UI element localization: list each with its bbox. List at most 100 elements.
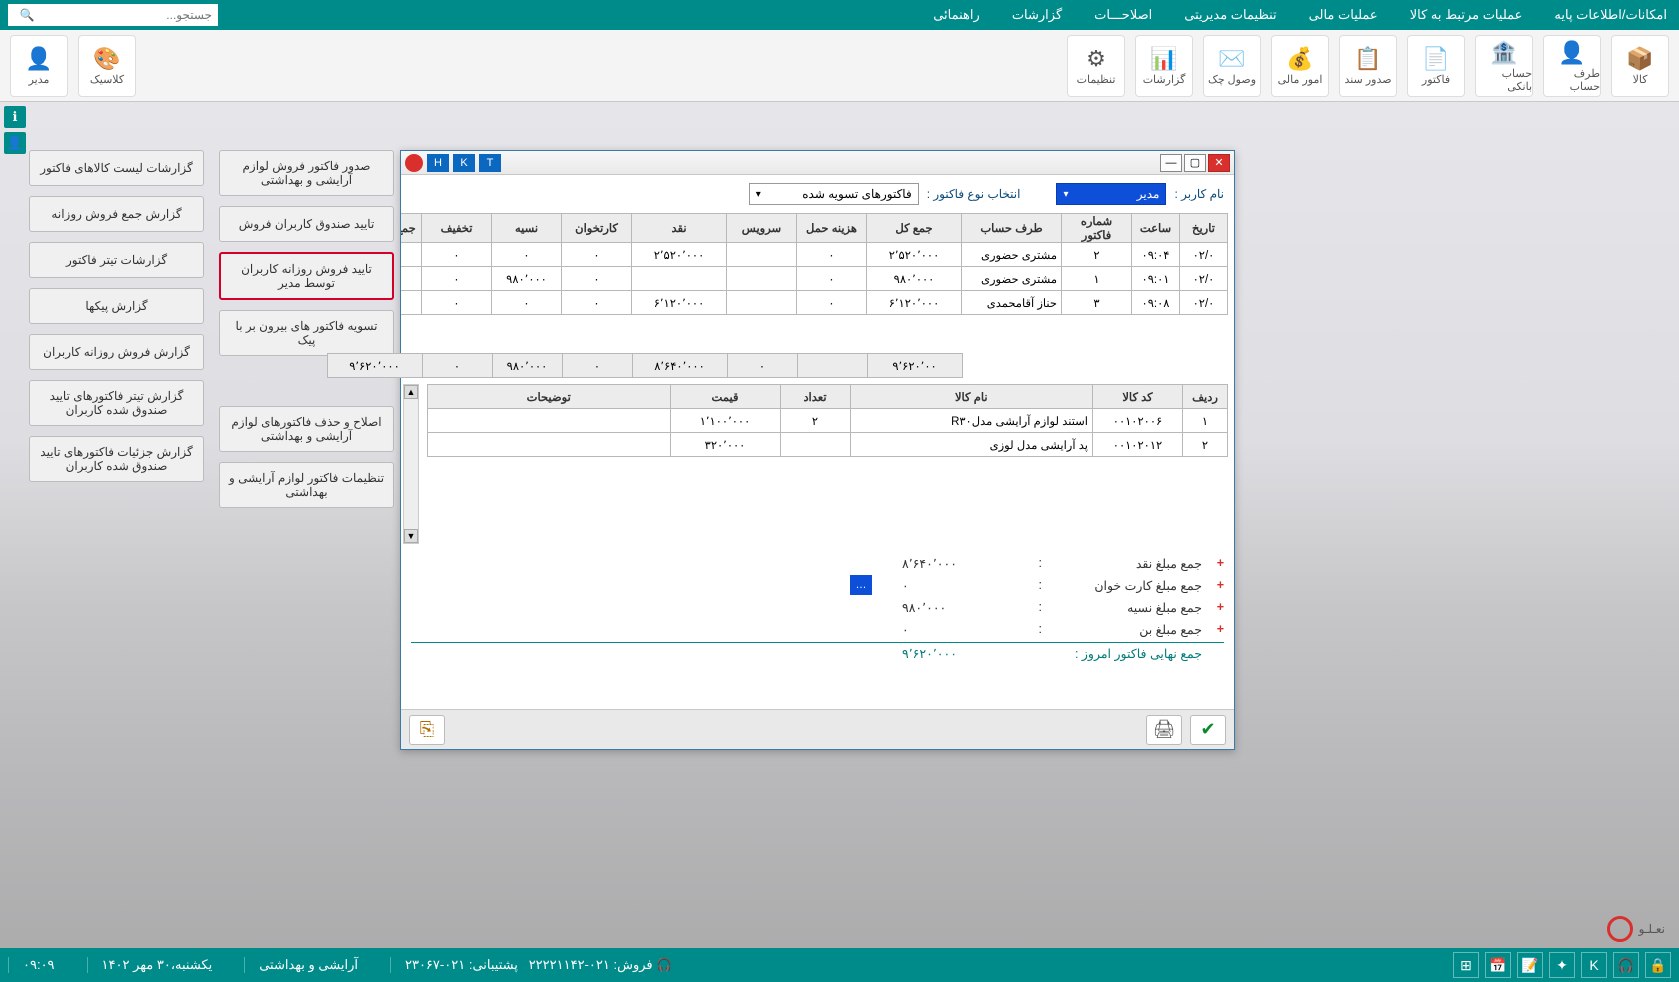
exit-button[interactable]: ⎘: [409, 715, 445, 745]
col-time: ساعت: [1132, 214, 1180, 243]
ribbon-btn-voucher[interactable]: 📋صدور سند: [1339, 35, 1397, 97]
sb-share-icon[interactable]: ✦: [1549, 952, 1575, 978]
summary-bon: + جمع مبلغ بن : ۰: [411, 618, 1224, 640]
report-btn-confirmed-header[interactable]: گزارش تیتر فاکتورهای تایید صندوق شده کار…: [29, 380, 204, 426]
menu-item-financial-ops[interactable]: عملیات مالی: [1305, 1, 1382, 29]
ribbon-label: تنظیمات: [1077, 73, 1116, 86]
items-cell: ۱: [1183, 409, 1228, 433]
confirm-button[interactable]: ✔: [1190, 715, 1226, 745]
search-icon[interactable]: 🔍: [16, 8, 38, 22]
report-btn-couriers[interactable]: گزارش پیکها: [29, 288, 204, 324]
user-select[interactable]: مدیر ▾: [1056, 183, 1166, 205]
grid-row[interactable]: ۰۲/۰۰۹:۰۱۱مشتری حضوری۹۸۰٬۰۰۰۰۰۹۸۰٬۰۰۰۰۹۸…: [401, 267, 1228, 291]
report-btn-invoice-settings[interactable]: تنظیمات فاکتور لوازم آرایشی و بهداشتی: [219, 462, 394, 508]
grid-cell: ۶٬۱۲۰٬۰۰۰: [632, 291, 727, 315]
report-btn-settle-delivery[interactable]: تسویه فاکتور های بیرون بر با پیک: [219, 310, 394, 356]
report-btn-daily-sales-sum[interactable]: گزارش جمع فروش روزانه: [29, 196, 204, 232]
sb-headset-icon[interactable]: 🎧: [1613, 952, 1639, 978]
titlebar-btn-t[interactable]: T: [479, 154, 501, 172]
grid-cell: ۰: [492, 291, 562, 315]
report-btn-users-daily-sales[interactable]: گزارش فروش روزانه کاربران: [29, 334, 204, 370]
grid-cell: ۲٬۵۲۰٬۰۰۰: [867, 243, 962, 267]
ribbon-label: کلاسیک: [90, 73, 124, 86]
minimize-button[interactable]: —: [1160, 154, 1182, 172]
ribbon-label: گزارشات: [1143, 73, 1186, 86]
report-btn-issue-invoice[interactable]: صدور فاکتور فروش لوازم آرایشی و بهداشتی: [219, 150, 394, 196]
ribbon-btn-current-user[interactable]: 👤مدیر: [10, 35, 68, 97]
ribbon-btn-bank-account[interactable]: 🏦حساب بانکی: [1475, 35, 1533, 97]
app-logo-icon: [405, 154, 423, 172]
sb-note-icon[interactable]: 📝: [1517, 952, 1543, 978]
sidebar-user-icon[interactable]: 👤: [4, 132, 26, 154]
items-row[interactable]: ۱۰۰۱۰۲۰۰۶استند لوازم آرایشی مدلR۳۰۲۱٬۱۰۰…: [428, 409, 1228, 433]
titlebar-btn-h[interactable]: H: [427, 154, 449, 172]
menu-item-reports[interactable]: گزارشات: [1008, 1, 1066, 29]
report-btn-confirm-daily-sales[interactable]: تایید فروش روزانه کاربران توسط مدیر: [219, 252, 394, 300]
titlebar-btn-k[interactable]: K: [453, 154, 475, 172]
items-header-row: ردیف کد کالا نام کالا تعداد قیمت توضیحات: [428, 385, 1228, 409]
items-grid[interactable]: ردیف کد کالا نام کالا تعداد قیمت توضیحات…: [427, 384, 1228, 457]
scroll-up-icon[interactable]: ▲: [404, 385, 418, 399]
maximize-button[interactable]: ▢: [1184, 154, 1206, 172]
icol-row: ردیف: [1183, 385, 1228, 409]
grid-cell: ۰: [562, 291, 632, 315]
items-row[interactable]: ۲۰۰۱۰۲۰۱۲پد آرایشی مدل لوزی۳۲۰٬۰۰۰: [428, 433, 1228, 457]
ribbon-btn-finance[interactable]: 💰امور مالی: [1271, 35, 1329, 97]
sidebar-info-icon[interactable]: ℹ: [4, 106, 26, 128]
ribbon-left-group: 🎨کلاسیک 👤مدیر: [10, 35, 136, 97]
report-btn-confirmed-detail[interactable]: گزارش جزئیات فاکتورهای تایید صندوق شده ک…: [29, 436, 204, 482]
ribbon-btn-account-party[interactable]: 👤طرف حساب: [1543, 35, 1601, 97]
totals-cash: ۸٬۶۴۰٬۰۰۰: [632, 354, 727, 378]
menu-item-corrections[interactable]: اصلاحـــات: [1090, 1, 1156, 29]
ribbon-btn-theme-classic[interactable]: 🎨کلاسیک: [78, 35, 136, 97]
invoice-grid[interactable]: تاریخ ساعت شماره فاکتور طرف حساب جمع کل …: [401, 213, 1228, 315]
icol-qty: تعداد: [780, 385, 850, 409]
ribbon-btn-settings[interactable]: ⚙تنظیمات: [1067, 35, 1125, 97]
sb-lock-icon[interactable]: 🔒: [1645, 952, 1671, 978]
statusbar-info: 🎧 فروش: ۰۲۱-۲۲۲۲۱۱۴۲ پشتیبانی: ۰۲۱-۲۳۰۶۷…: [8, 957, 686, 973]
close-button[interactable]: ✕: [1208, 154, 1230, 172]
report-btn-confirm-cashbox[interactable]: تایید صندوق کاربران فروش: [219, 206, 394, 242]
ellipsis-button[interactable]: …: [850, 575, 872, 595]
items-scrollbar[interactable]: ▲ ▼: [403, 384, 419, 544]
grid-cell: ۹۸۰٬۰۰۰: [401, 267, 422, 291]
menu-item-mgmt-settings[interactable]: تنظیمات مدیریتی: [1180, 1, 1280, 29]
totals-disc: ۰: [422, 354, 492, 378]
sb-grid-icon[interactable]: ⊞: [1453, 952, 1479, 978]
ribbon-btn-cheque[interactable]: ✉️وصول چک: [1203, 35, 1261, 97]
grid-row[interactable]: ۰۲/۰۰۹:۰۴۲مشتری حضوری۲٬۵۲۰٬۰۰۰۰۲٬۵۲۰٬۰۰۰…: [401, 243, 1228, 267]
ribbon-btn-kala[interactable]: 📦کالا: [1611, 35, 1669, 97]
scroll-down-icon[interactable]: ▼: [404, 529, 418, 543]
print-button[interactable]: 🖨: [1146, 715, 1182, 745]
col-payable: جمع قابل پرداخت: [401, 214, 422, 243]
status-date: یکشنبه،۳۰ مهر ۱۴۰۲: [87, 957, 227, 973]
summary-final-label: جمع نهایی فاکتور امروز :: [1052, 646, 1202, 661]
col-card: کارتخوان: [562, 214, 632, 243]
totals-ship: [797, 354, 867, 378]
menu-item-goods-ops[interactable]: عملیات مرتبط به کالا: [1406, 1, 1527, 29]
summary-cash: + جمع مبلغ نقد : ۸٬۶۴۰٬۰۰۰: [411, 552, 1224, 574]
document-icon: 📄: [1422, 45, 1449, 73]
invoice-type-select[interactable]: فاکتورهای تسویه شده ▾: [749, 183, 919, 205]
totals-strip: ۹٬۶۲۰٬۰۰ ۰ ۸٬۶۴۰٬۰۰۰ ۰ ۹۸۰٬۰۰۰ ۰ ۹٬۶۲۰٬۰…: [181, 353, 1228, 378]
statusbar: ⊞ 📅 📝 ✦ K 🎧 🔒 🎧 فروش: ۰۲۱-۲۲۲۲۱۱۴۲ پشتیب…: [0, 948, 1679, 982]
envelope-icon: ✉️: [1218, 45, 1245, 73]
ribbon-btn-reports[interactable]: 📊گزارشات: [1135, 35, 1193, 97]
report-btn-edit-delete-invoice[interactable]: اصلاح و حذف فاکتورهای لوازم آرایشی و بهد…: [219, 406, 394, 452]
col-account: طرف حساب: [962, 214, 1062, 243]
ribbon-label: کالا: [1633, 73, 1648, 86]
grid-row[interactable]: ۰۲/۰۰۹:۰۸۳حناز آقامحمدی۶٬۱۲۰٬۰۰۰۰۶٬۱۲۰٬۰…: [401, 291, 1228, 315]
ribbon-btn-invoice[interactable]: 📄فاکتور: [1407, 35, 1465, 97]
search-input[interactable]: [38, 5, 218, 25]
grid-cell: ۲٬۵۲۰٬۰۰۰: [401, 243, 422, 267]
bank-icon: 🏦: [1490, 39, 1517, 67]
report-btn-invoice-header[interactable]: گزارشات تیتر فاکتور: [29, 242, 204, 278]
menu-item-help[interactable]: راهنمائی: [929, 1, 984, 29]
invoice-grid-wrap: تاریخ ساعت شماره فاکتور طرف حساب جمع کل …: [401, 213, 1234, 353]
summary-card: + جمع مبلغ کارت خوان : ۰ …: [411, 574, 1224, 596]
report-btn-invoice-items-list[interactable]: گزارشات لیست کالاهای فاکتور: [29, 150, 204, 186]
sb-letter-k-icon[interactable]: K: [1581, 952, 1607, 978]
sb-calendar-icon[interactable]: 📅: [1485, 952, 1511, 978]
items-cell: [780, 433, 850, 457]
menu-item-base[interactable]: امکانات/اطلاعات پایه: [1550, 1, 1671, 29]
